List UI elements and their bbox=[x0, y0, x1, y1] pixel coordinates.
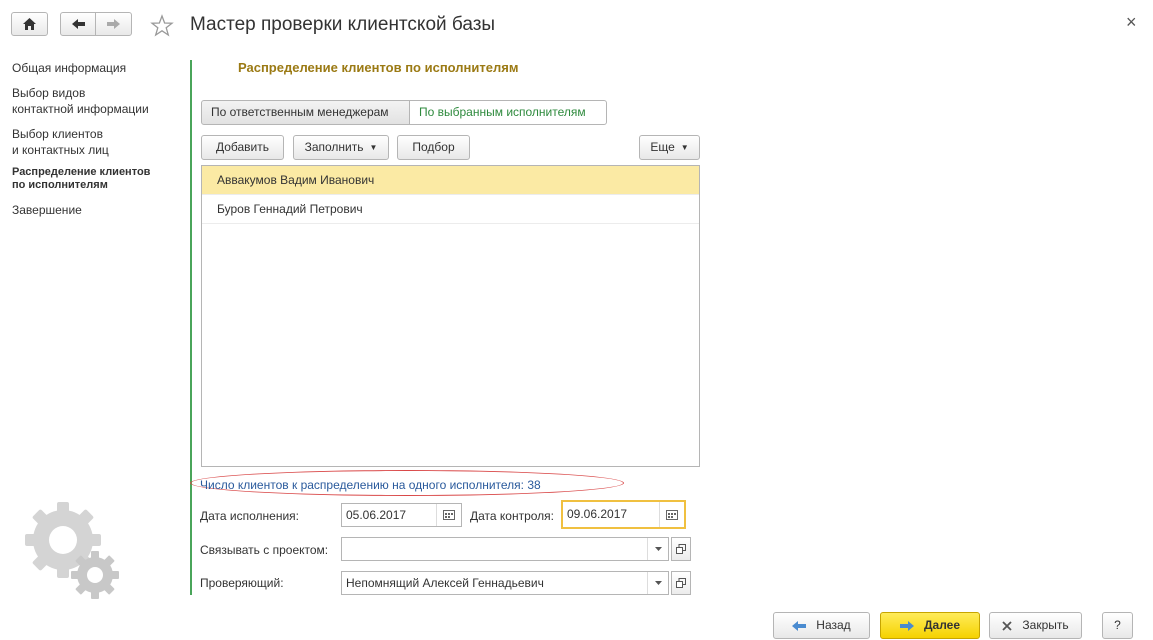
dropdown-caret-icon: ▼ bbox=[680, 143, 689, 153]
home-icon bbox=[23, 18, 36, 30]
tab-by-managers[interactable]: По ответственным менеджерам bbox=[201, 100, 410, 125]
fill-button[interactable]: Заполнить ▼ bbox=[293, 135, 389, 160]
back-button[interactable]: Назад bbox=[773, 612, 870, 639]
exec-date-label: Дата исполнения: bbox=[200, 509, 299, 523]
gears-icon bbox=[25, 500, 120, 603]
pick-button[interactable]: Подбор bbox=[397, 135, 470, 160]
arrow-left-icon bbox=[72, 19, 85, 29]
chevron-down-icon[interactable] bbox=[647, 572, 668, 594]
arrow-right-icon bbox=[899, 620, 914, 631]
list-item[interactable]: Буров Геннадий Петрович bbox=[202, 195, 699, 224]
close-button-label: Закрыть bbox=[1022, 618, 1069, 632]
chevron-down-icon[interactable] bbox=[647, 538, 668, 560]
open-window-icon bbox=[676, 544, 686, 554]
control-date-value: 09.06.2017 bbox=[567, 507, 628, 521]
project-field[interactable] bbox=[341, 537, 669, 561]
open-project-button[interactable] bbox=[671, 537, 691, 561]
nav-item-general-info[interactable]: Общая информация bbox=[12, 60, 182, 76]
nav-item-clients-selection[interactable]: Выбор клиентов и контактных лиц bbox=[12, 126, 182, 158]
clients-per-executor-info: Число клиентов к распределению на одного… bbox=[200, 478, 541, 492]
next-button[interactable]: Далее bbox=[880, 612, 980, 639]
section-divider bbox=[190, 60, 192, 595]
open-reviewer-button[interactable] bbox=[671, 571, 691, 595]
window-title: Мастер проверки клиентской базы bbox=[190, 14, 496, 35]
reviewer-field[interactable]: Непомнящий Алексей Геннадьевич bbox=[341, 571, 669, 595]
open-window-icon bbox=[676, 578, 686, 588]
executors-list[interactable]: Аввакумов Вадим Иванович Буров Геннадий … bbox=[201, 165, 700, 467]
calendar-icon[interactable] bbox=[436, 504, 461, 526]
section-title: Распределение клиентов по исполнителям bbox=[238, 60, 519, 75]
control-date-label: Дата контроля: bbox=[470, 509, 555, 523]
nav-item-distribution[interactable]: Распределение клиентов по исполнителям bbox=[12, 166, 182, 192]
close-window-icon[interactable]: × bbox=[1126, 12, 1137, 33]
list-item[interactable]: Аввакумов Вадим Иванович bbox=[202, 166, 699, 195]
more-button-label: Еще bbox=[650, 140, 675, 154]
nav-item-finish[interactable]: Завершение bbox=[12, 202, 182, 218]
forward-nav-button[interactable] bbox=[95, 12, 132, 36]
dropdown-caret-icon: ▼ bbox=[369, 143, 378, 153]
back-nav-button[interactable] bbox=[60, 12, 96, 36]
nav-item-contact-info-types[interactable]: Выбор видов контактной информации bbox=[12, 85, 182, 117]
close-icon bbox=[1002, 620, 1013, 631]
calendar-icon[interactable] bbox=[659, 502, 684, 527]
arrow-right-icon bbox=[107, 19, 120, 29]
help-button[interactable]: ? bbox=[1102, 612, 1133, 639]
next-button-label: Далее bbox=[923, 618, 961, 632]
close-button[interactable]: Закрыть bbox=[989, 612, 1082, 639]
control-date-field[interactable]: 09.06.2017 bbox=[561, 500, 686, 529]
reviewer-value: Непомнящий Алексей Геннадьевич bbox=[346, 576, 544, 590]
more-button[interactable]: Еще ▼ bbox=[639, 135, 700, 160]
exec-date-value: 05.06.2017 bbox=[346, 508, 407, 522]
tab-by-executors[interactable]: По выбранным исполнителям bbox=[409, 100, 607, 125]
back-button-label: Назад bbox=[816, 618, 851, 632]
favorite-star-icon[interactable] bbox=[150, 14, 174, 41]
project-label: Связывать с проектом: bbox=[200, 543, 329, 557]
arrow-left-icon bbox=[792, 620, 807, 631]
reviewer-label: Проверяющий: bbox=[200, 576, 284, 590]
home-button[interactable] bbox=[11, 12, 48, 36]
fill-button-label: Заполнить bbox=[304, 140, 364, 154]
exec-date-field[interactable]: 05.06.2017 bbox=[341, 503, 462, 527]
add-button[interactable]: Добавить bbox=[201, 135, 284, 160]
